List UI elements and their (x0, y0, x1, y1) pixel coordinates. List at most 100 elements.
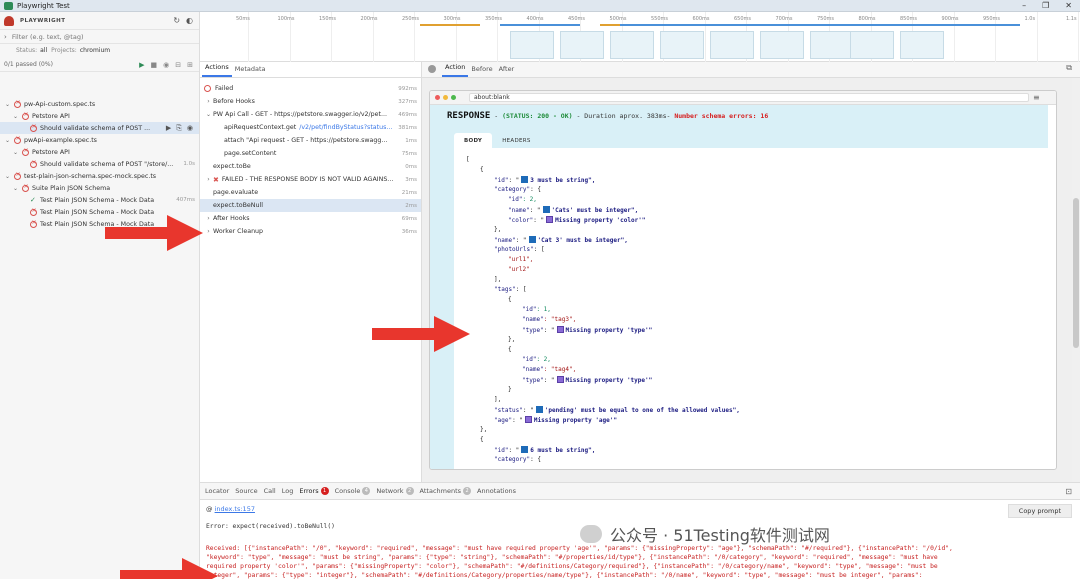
minimize-icon[interactable]: – (1022, 1, 1026, 10)
open-in-window-icon[interactable]: ⧉ (1066, 63, 1072, 73)
scrollbar-thumb[interactable] (1073, 198, 1079, 348)
action-row[interactable]: expect.toBe 0ms (200, 160, 421, 173)
chevron-down-icon[interactable]: ⌄ (12, 113, 19, 120)
filmstrip-thumbnail[interactable] (850, 31, 894, 59)
filter-status-row[interactable]: Status: all Projects: chromium (0, 44, 199, 56)
tab-actions[interactable]: Actions (202, 63, 232, 77)
action-row[interactable]: attach "Api request - GET - https://pets… (200, 134, 421, 147)
chevron-down-icon[interactable]: ⌄ (12, 185, 19, 192)
tab-call[interactable]: Call (261, 487, 279, 495)
tree-item[interactable]: ⌄ test-plain-json-schema.spec-mock.spec.t… (0, 170, 199, 182)
filmstrip-thumbnail[interactable] (560, 31, 604, 59)
tab-log[interactable]: Log (279, 487, 297, 495)
tree-item[interactable]: ⌄ pw-Api-custom.spec.ts (0, 98, 199, 110)
tab-body[interactable]: BODY (454, 133, 493, 149)
tab-headers[interactable]: HEADERS (492, 133, 541, 149)
tab-locator[interactable]: Locator (202, 487, 232, 495)
address-bar[interactable]: about:blank (469, 93, 1029, 102)
run-icon[interactable]: ▶ (166, 124, 171, 133)
json-line: { (508, 346, 512, 353)
json-line: "tags": [ (494, 286, 527, 293)
action-row[interactable]: page.evaluate 21ms (200, 186, 421, 199)
filmstrip-thumbnail[interactable] (660, 31, 704, 59)
filmstrip-thumbnail[interactable] (610, 31, 654, 59)
action-label: expect.toBe (213, 163, 251, 170)
timeline-tick-label: 450ms (568, 16, 586, 22)
tab-attachments[interactable]: Attachments 2 (417, 487, 475, 495)
locator-picker-icon[interactable] (428, 65, 436, 73)
dock-panel-icon[interactable]: ⊡ (1065, 487, 1072, 496)
tree-item[interactable]: Should validate schema of POST ... ▶ ⎘ ◉ (0, 122, 199, 134)
copy-prompt-button[interactable]: Copy prompt (1007, 504, 1072, 518)
stop-icon[interactable]: ■ (151, 61, 158, 69)
action-row[interactable]: ⌄ PW Api Call - GET - https://petstore.sw… (200, 108, 421, 121)
tab-label: Attachments (419, 487, 462, 495)
action-row[interactable]: › Before Hooks 327ms (200, 95, 421, 108)
tree-item[interactable]: ✓ Test Plain JSON Schema - Mock Data 407ms (0, 194, 199, 206)
trace-timeline[interactable]: 50ms 100ms 150ms 200ms 250ms 300ms 350ms 400ms 4… (200, 12, 1080, 62)
snapshot-page: RESPONSE - (STATUS: 200 - OK) - Duration… (430, 105, 1048, 469)
json-punct: } (508, 386, 512, 393)
action-row[interactable]: › ✖ FAILED - THE RESPONSE BODY IS NOT VALI… (200, 173, 421, 186)
filmstrip-thumbnail[interactable] (710, 31, 754, 59)
action-row[interactable]: expect.toBeNull 2ms (200, 199, 421, 212)
filmstrip-thumbnail[interactable] (760, 31, 804, 59)
tree-item[interactable]: ⌄ pwApi-example.spec.ts (0, 134, 199, 146)
menu-icon[interactable]: ≡ (1033, 93, 1040, 102)
close-icon[interactable]: ✕ (1065, 1, 1072, 10)
maximize-icon[interactable]: ❐ (1042, 1, 1049, 10)
tree-item[interactable]: ⌄ Petstore API (0, 110, 199, 122)
run-all-icon[interactable]: ▶ (139, 61, 144, 69)
tab-network[interactable]: Network 2 (373, 487, 416, 495)
tab-errors[interactable]: Errors 1 (296, 487, 331, 495)
collapse-all-icon[interactable]: ⊟ (175, 61, 181, 69)
tab-action[interactable]: Action (442, 63, 469, 77)
json-punct: : " (533, 217, 545, 224)
chevron-right-icon[interactable]: › (204, 215, 213, 222)
reload-icon[interactable]: ↻ (173, 16, 180, 25)
playwright-logo-icon (4, 15, 14, 26)
action-row[interactable]: page.setContent 75ms (200, 147, 421, 160)
action-row[interactable]: › After Hooks 69ms (200, 212, 421, 225)
tab-after[interactable]: After (496, 65, 518, 77)
tab-before[interactable]: Before (468, 65, 495, 77)
tree-item-label: Test Plain JSON Schema - Mock Data (40, 196, 155, 204)
open-icon[interactable]: ⎘ (176, 124, 182, 133)
action-row[interactable]: apiRequestContext.get/v2/pet/findByStatu… (200, 121, 421, 134)
tab-annotations[interactable]: Annotations (474, 487, 519, 495)
chevron-down-icon[interactable]: ⌄ (4, 137, 11, 144)
json-punct: : " (522, 407, 534, 414)
action-url-link[interactable]: /v2/pet/findByStatus?status... (299, 124, 392, 131)
json-key: "id" (508, 196, 523, 203)
chevron-down-icon[interactable]: ⌄ (204, 111, 213, 118)
action-row[interactable]: › Worker Cleanup 36ms (200, 225, 421, 238)
action-duration: 327ms (398, 98, 417, 105)
chevron-right-icon[interactable]: › (4, 33, 7, 41)
filmstrip-thumbnail[interactable] (810, 31, 854, 59)
watch-icon[interactable]: ◉ (187, 124, 193, 133)
source-link[interactable]: index.ts:157 (215, 505, 255, 513)
expand-all-icon[interactable]: ⊞ (187, 61, 193, 69)
json-line: "url2" (508, 266, 530, 273)
snapshot-scrollbar[interactable] (1072, 78, 1080, 482)
action-row[interactable]: Failed 992ms (200, 82, 421, 95)
filter-input[interactable] (11, 32, 182, 41)
theme-toggle-icon[interactable]: ◐ (186, 16, 193, 25)
tree-item[interactable]: ⌄ Petstore API (0, 146, 199, 158)
action-label: apiRequestContext.get (224, 124, 297, 131)
tree-item[interactable]: Should validate schema of POST "/store/.… (0, 158, 199, 170)
tab-metadata[interactable]: Metadata (232, 65, 269, 77)
tree-item[interactable]: ⌄ Suite Plain JSON Schema (0, 182, 199, 194)
chevron-right-icon[interactable]: › (204, 228, 213, 235)
chevron-right-icon[interactable]: › (204, 98, 213, 105)
chevron-down-icon[interactable]: ⌄ (4, 101, 11, 108)
watch-icon[interactable]: ◉ (163, 61, 169, 69)
filmstrip-thumbnail[interactable] (510, 31, 554, 59)
tab-console[interactable]: Console 4 (332, 487, 374, 495)
chevron-down-icon[interactable]: ⌄ (4, 173, 11, 180)
fail-icon (14, 99, 21, 108)
chevron-down-icon[interactable]: ⌄ (12, 149, 19, 156)
tab-source[interactable]: Source (232, 487, 260, 495)
chevron-right-icon[interactable]: › (204, 176, 213, 183)
filmstrip-thumbnail[interactable] (900, 31, 944, 59)
